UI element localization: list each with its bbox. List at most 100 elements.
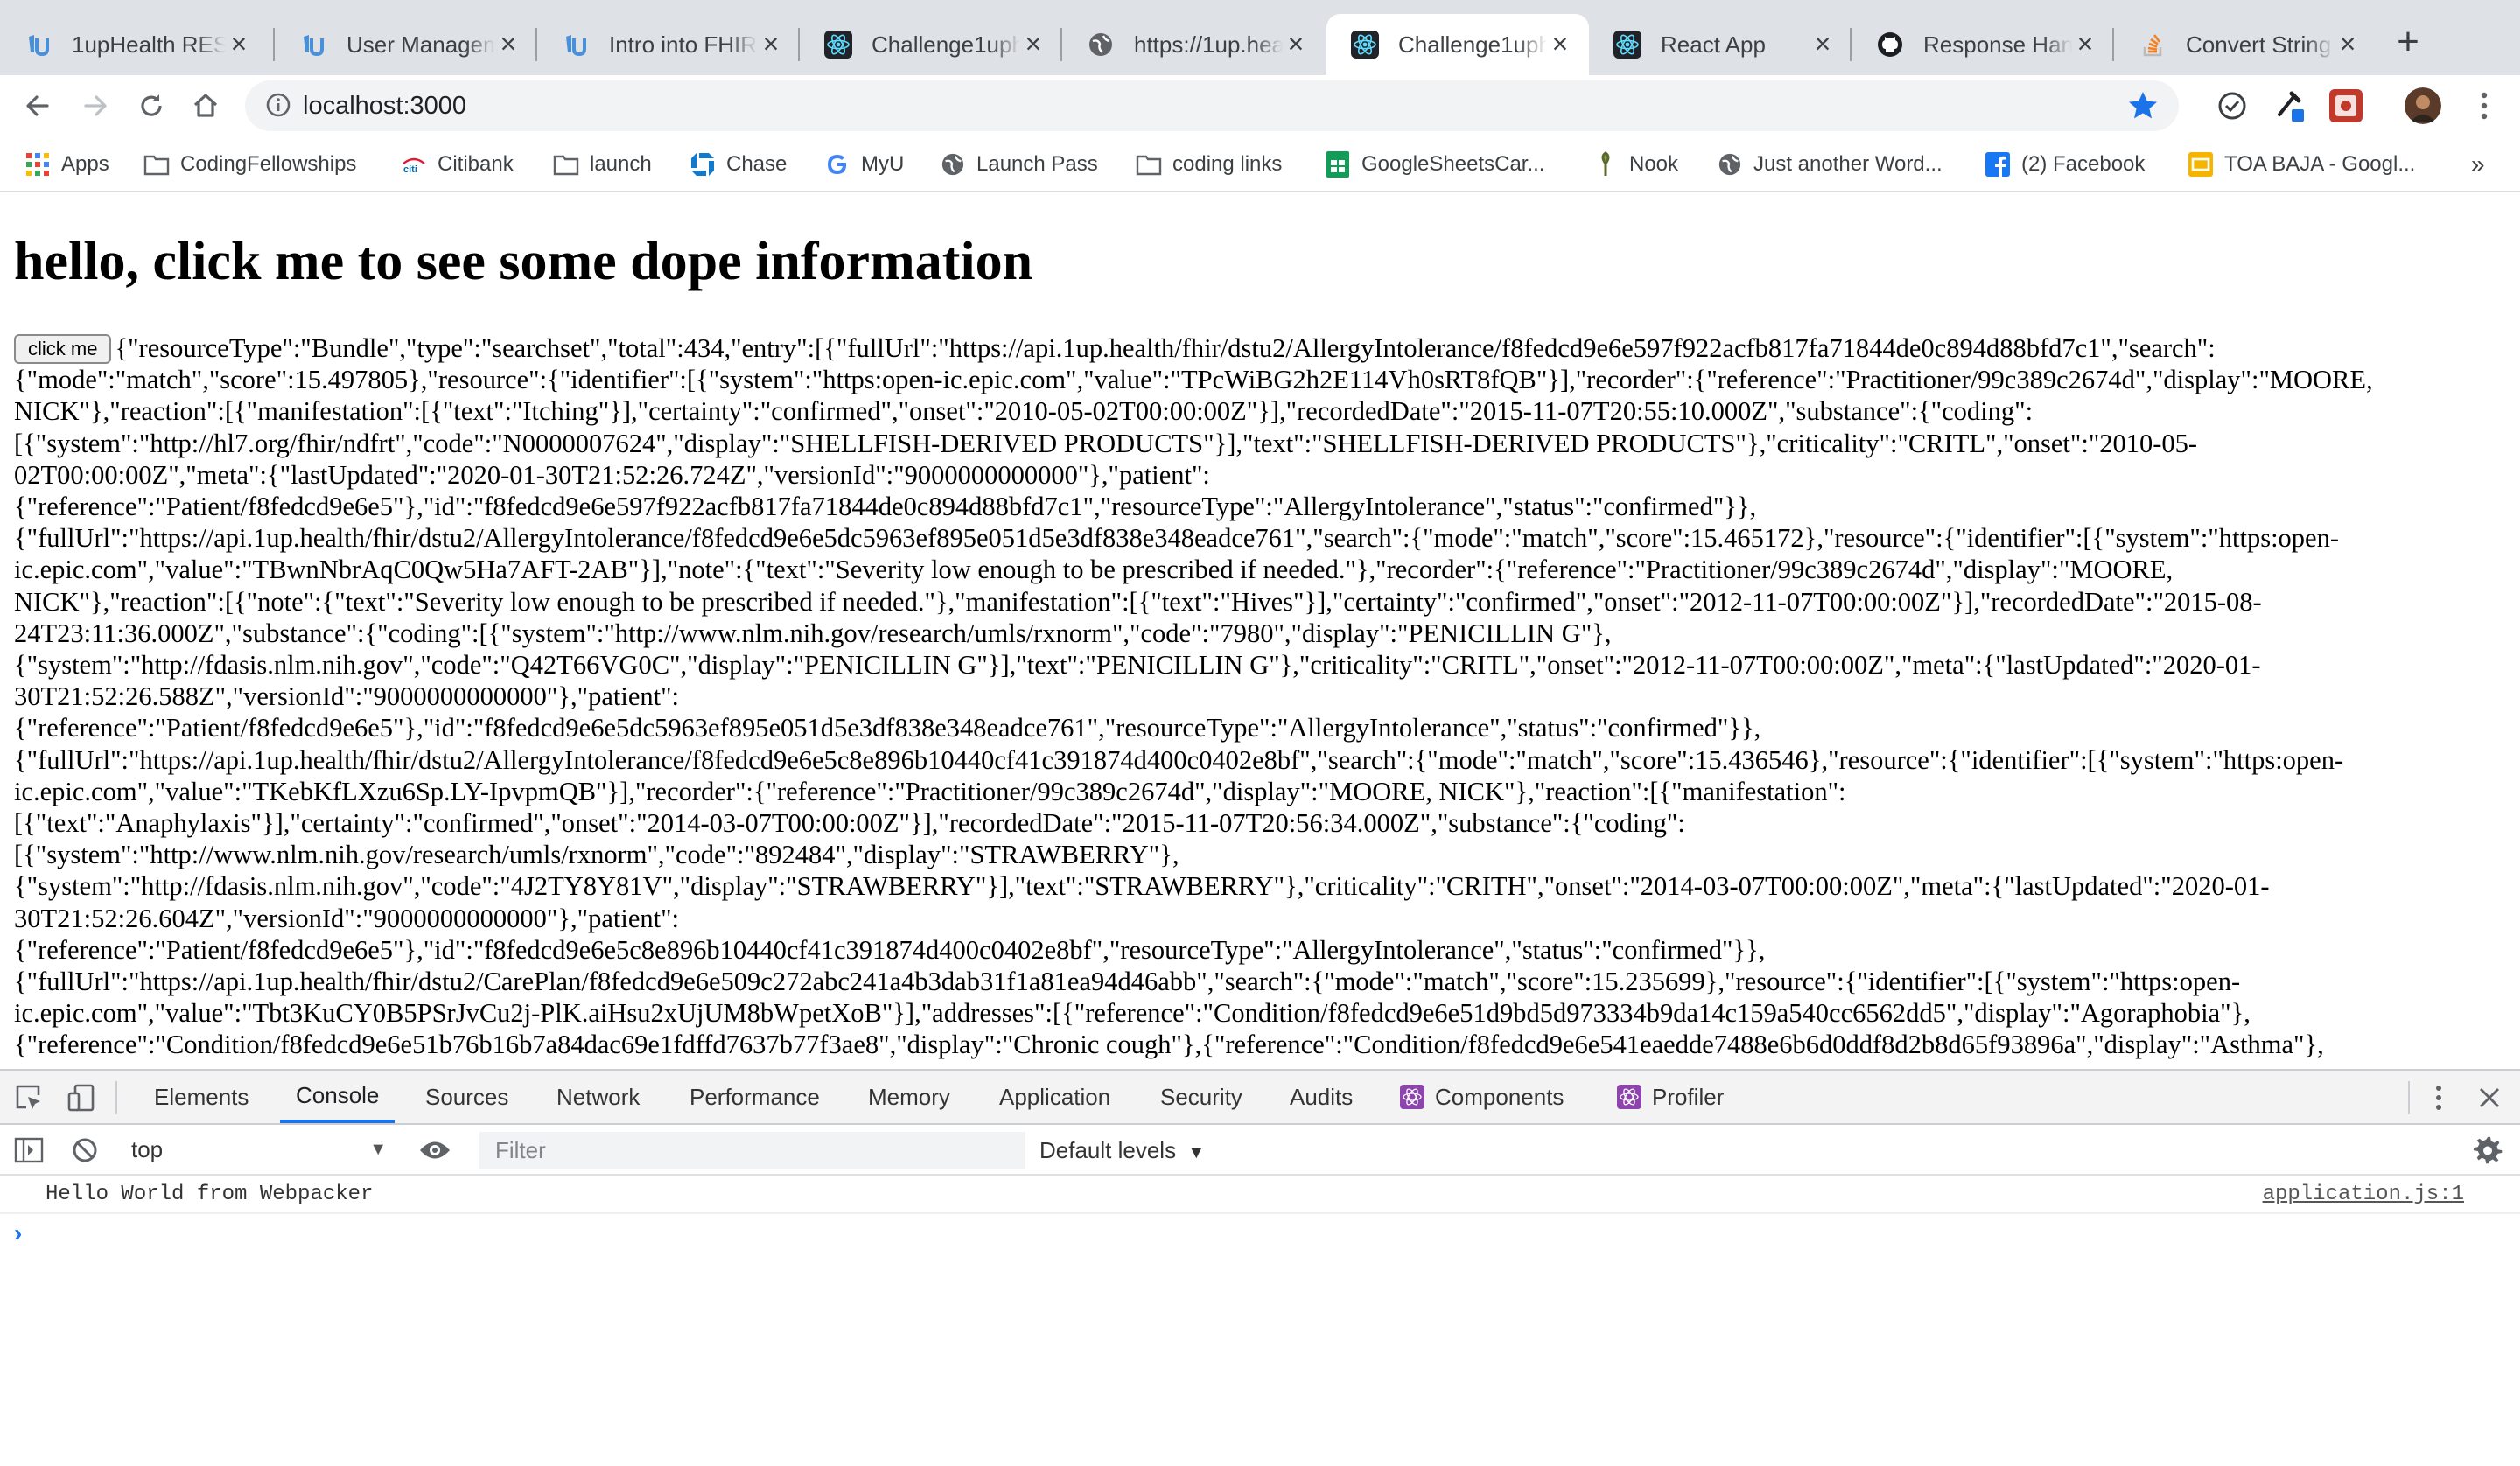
json-line: ic.epic.com","value":"Tbt3KuCY0B5PSrJvCu… [14, 998, 2250, 1029]
eyedropper-extension-icon[interactable] [2272, 87, 2308, 124]
new-tab-button[interactable]: + [2389, 23, 2427, 63]
console-filter-input[interactable]: Filter [480, 1132, 1026, 1169]
bookmark-star-icon[interactable] [2126, 89, 2160, 127]
json-line: {"mode":"match","score":15.497805},"reso… [14, 365, 2373, 395]
bookmark-label: TOA BAJA - Googl... [2224, 152, 2416, 176]
json-output: click me {"resourceType":"Bundle","type":… [14, 332, 2508, 1061]
1up-icon [299, 31, 327, 59]
close-icon[interactable]: × [2072, 30, 2098, 58]
bookmark-apps[interactable]: Apps [24, 149, 109, 180]
browser-tab-4[interactable]: Challenge1uphealth × [800, 14, 1062, 75]
browser-tab-8[interactable]: Response Handling × [1852, 14, 2114, 75]
json-line: {"resourceType":"Bundle","type":"searchs… [115, 333, 2216, 363]
bookmark-codingfellowships[interactable]: CodingFellowships [144, 149, 356, 180]
home-icon [193, 94, 218, 117]
bookmark-coding-links[interactable]: coding links [1136, 149, 1282, 180]
close-icon[interactable]: × [495, 30, 522, 58]
close-icon[interactable]: × [1283, 30, 1309, 58]
bookmark-launch-pass[interactable]: Launch Pass [940, 149, 1098, 180]
browser-tab-3[interactable]: Intro into FHIR × [537, 14, 800, 75]
browser-tab-5[interactable]: https://1up.health × [1062, 14, 1325, 75]
bookmark-label: CodingFellowships [180, 152, 357, 176]
devtools-tab-audits[interactable]: Audits [1290, 1071, 1353, 1123]
reload-button[interactable] [131, 86, 172, 126]
bookmark-nook[interactable]: Nook [1592, 149, 1678, 180]
kebab-menu-icon[interactable] [2466, 87, 2502, 124]
home-button[interactable] [186, 86, 226, 126]
folder-icon [144, 151, 170, 178]
devtools-tab-application[interactable]: Application [999, 1071, 1110, 1123]
clear-console-icon[interactable] [68, 1134, 102, 1167]
folder-icon [1136, 151, 1162, 178]
chevron-down-icon: ▼ [1187, 1143, 1206, 1162]
browser-tab-9[interactable]: Convert String × [2114, 14, 2376, 75]
bookmark-label: Chase [726, 152, 788, 176]
sync-extension-icon[interactable] [2214, 87, 2250, 124]
chevron-down-icon: ▼ [369, 1140, 387, 1159]
bookmark-facebook[interactable]: (2) Facebook [1984, 149, 2145, 180]
devtools-menu-icon[interactable] [2422, 1081, 2455, 1114]
bookmark-label: Just another Word... [1754, 152, 1942, 176]
devtools-tab-sources[interactable]: Sources [425, 1071, 508, 1123]
bookmark-myu[interactable]: MyU [824, 149, 904, 180]
1up-icon [562, 31, 590, 59]
json-line: 02T00:00:00Z","meta":{"lastUpdated":"202… [14, 459, 1210, 490]
bookmark-launch[interactable]: launch [553, 149, 652, 180]
devtools-tab-performance[interactable]: Performance [690, 1071, 820, 1123]
stackoverflow-icon [2138, 31, 2166, 59]
json-line: 30T21:52:26.588Z","versionId":"900000000… [14, 681, 680, 712]
bookmark-label: launch [590, 152, 652, 176]
bookmark-label: Nook [1629, 152, 1679, 176]
json-line: ic.epic.com","value":"TBwnNbrAqC0Qw5Ha7A… [14, 555, 2174, 585]
bookmark-citibank[interactable]: citi Citibank [401, 149, 514, 180]
json-line: [{"system":"http://hl7.org/fhir/ndfrt","… [14, 428, 2198, 458]
tab-title: Response Handling [1923, 31, 2072, 58]
forward-button[interactable] [75, 86, 116, 126]
context-selector[interactable]: top ▼ [131, 1132, 394, 1167]
close-icon[interactable]: × [758, 30, 784, 58]
bookmark-just-another-word[interactable]: Just another Word... [1717, 149, 1942, 180]
bookmark-toa-baja[interactable]: TOA BAJA - Googl... [2188, 149, 2415, 180]
inspect-element-icon[interactable] [12, 1081, 46, 1114]
close-icon[interactable]: × [2334, 30, 2361, 58]
back-button[interactable] [18, 86, 58, 126]
json-line: 30T21:52:26.604Z","versionId":"900000000… [14, 903, 680, 933]
info-icon[interactable] [264, 91, 292, 123]
bookmark-googlesheets[interactable]: GoogleSheetsCar... [1325, 149, 1544, 180]
close-icon[interactable]: × [226, 30, 252, 58]
browser-tab-1[interactable]: 1upHealth REST × [0, 14, 268, 75]
log-levels-dropdown[interactable]: Default levels ▼ [1040, 1132, 1205, 1169]
json-line: {"system":"http://fdasis.nlm.nih.gov","c… [14, 650, 2261, 681]
devtools-tab-memory[interactable]: Memory [868, 1071, 950, 1123]
console-prompt[interactable]: › [14, 1219, 22, 1247]
devtools-tab-elements[interactable]: Elements [154, 1071, 248, 1123]
json-line: 24T23:11:36.000Z","substance":{"coding":… [14, 618, 1612, 648]
console-message-source-link[interactable]: application.js:1 [2263, 1183, 2464, 1206]
sidebar-toggle-icon[interactable] [12, 1134, 46, 1167]
bookmarks-overflow-button[interactable]: » [2471, 149, 2485, 180]
browser-tab-6-active[interactable]: Challenge1uphealth × [1326, 14, 1589, 75]
bookmark-chase[interactable]: Chase [690, 149, 787, 180]
device-toolbar-icon[interactable] [65, 1081, 98, 1114]
browser-tab-7[interactable]: React App × [1589, 14, 1852, 75]
close-icon[interactable]: × [1547, 30, 1573, 58]
react-devtools-extension-icon[interactable] [2328, 87, 2364, 124]
close-icon[interactable]: × [1810, 30, 1836, 58]
devtools-tab-console[interactable]: Console [280, 1071, 396, 1123]
url-text[interactable]: localhost:3000 [303, 92, 466, 121]
devtools-tab-security[interactable]: Security [1160, 1071, 1242, 1123]
eye-icon[interactable] [418, 1134, 452, 1167]
devtools-tab-components[interactable]: Components [1400, 1071, 1564, 1123]
devtools-tab-profiler[interactable]: Profiler [1617, 1071, 1724, 1123]
close-devtools-icon[interactable] [2473, 1081, 2506, 1114]
address-bar[interactable]: localhost:3000 [245, 80, 2179, 131]
devtools-tab-network[interactable]: Network [556, 1071, 640, 1123]
json-line: {"reference":"Patient/f8fedcd9e6e5"},"id… [14, 713, 1761, 743]
devtools-tab-label: Components [1435, 1084, 1564, 1110]
click-me-button[interactable]: click me [14, 334, 112, 364]
close-icon[interactable]: × [1020, 30, 1046, 58]
browser-tab-2[interactable]: User Management × [275, 14, 537, 75]
avatar[interactable] [2404, 87, 2441, 124]
tab-title: 1upHealth REST [72, 31, 226, 58]
console-settings-gear-icon[interactable] [2471, 1134, 2504, 1167]
